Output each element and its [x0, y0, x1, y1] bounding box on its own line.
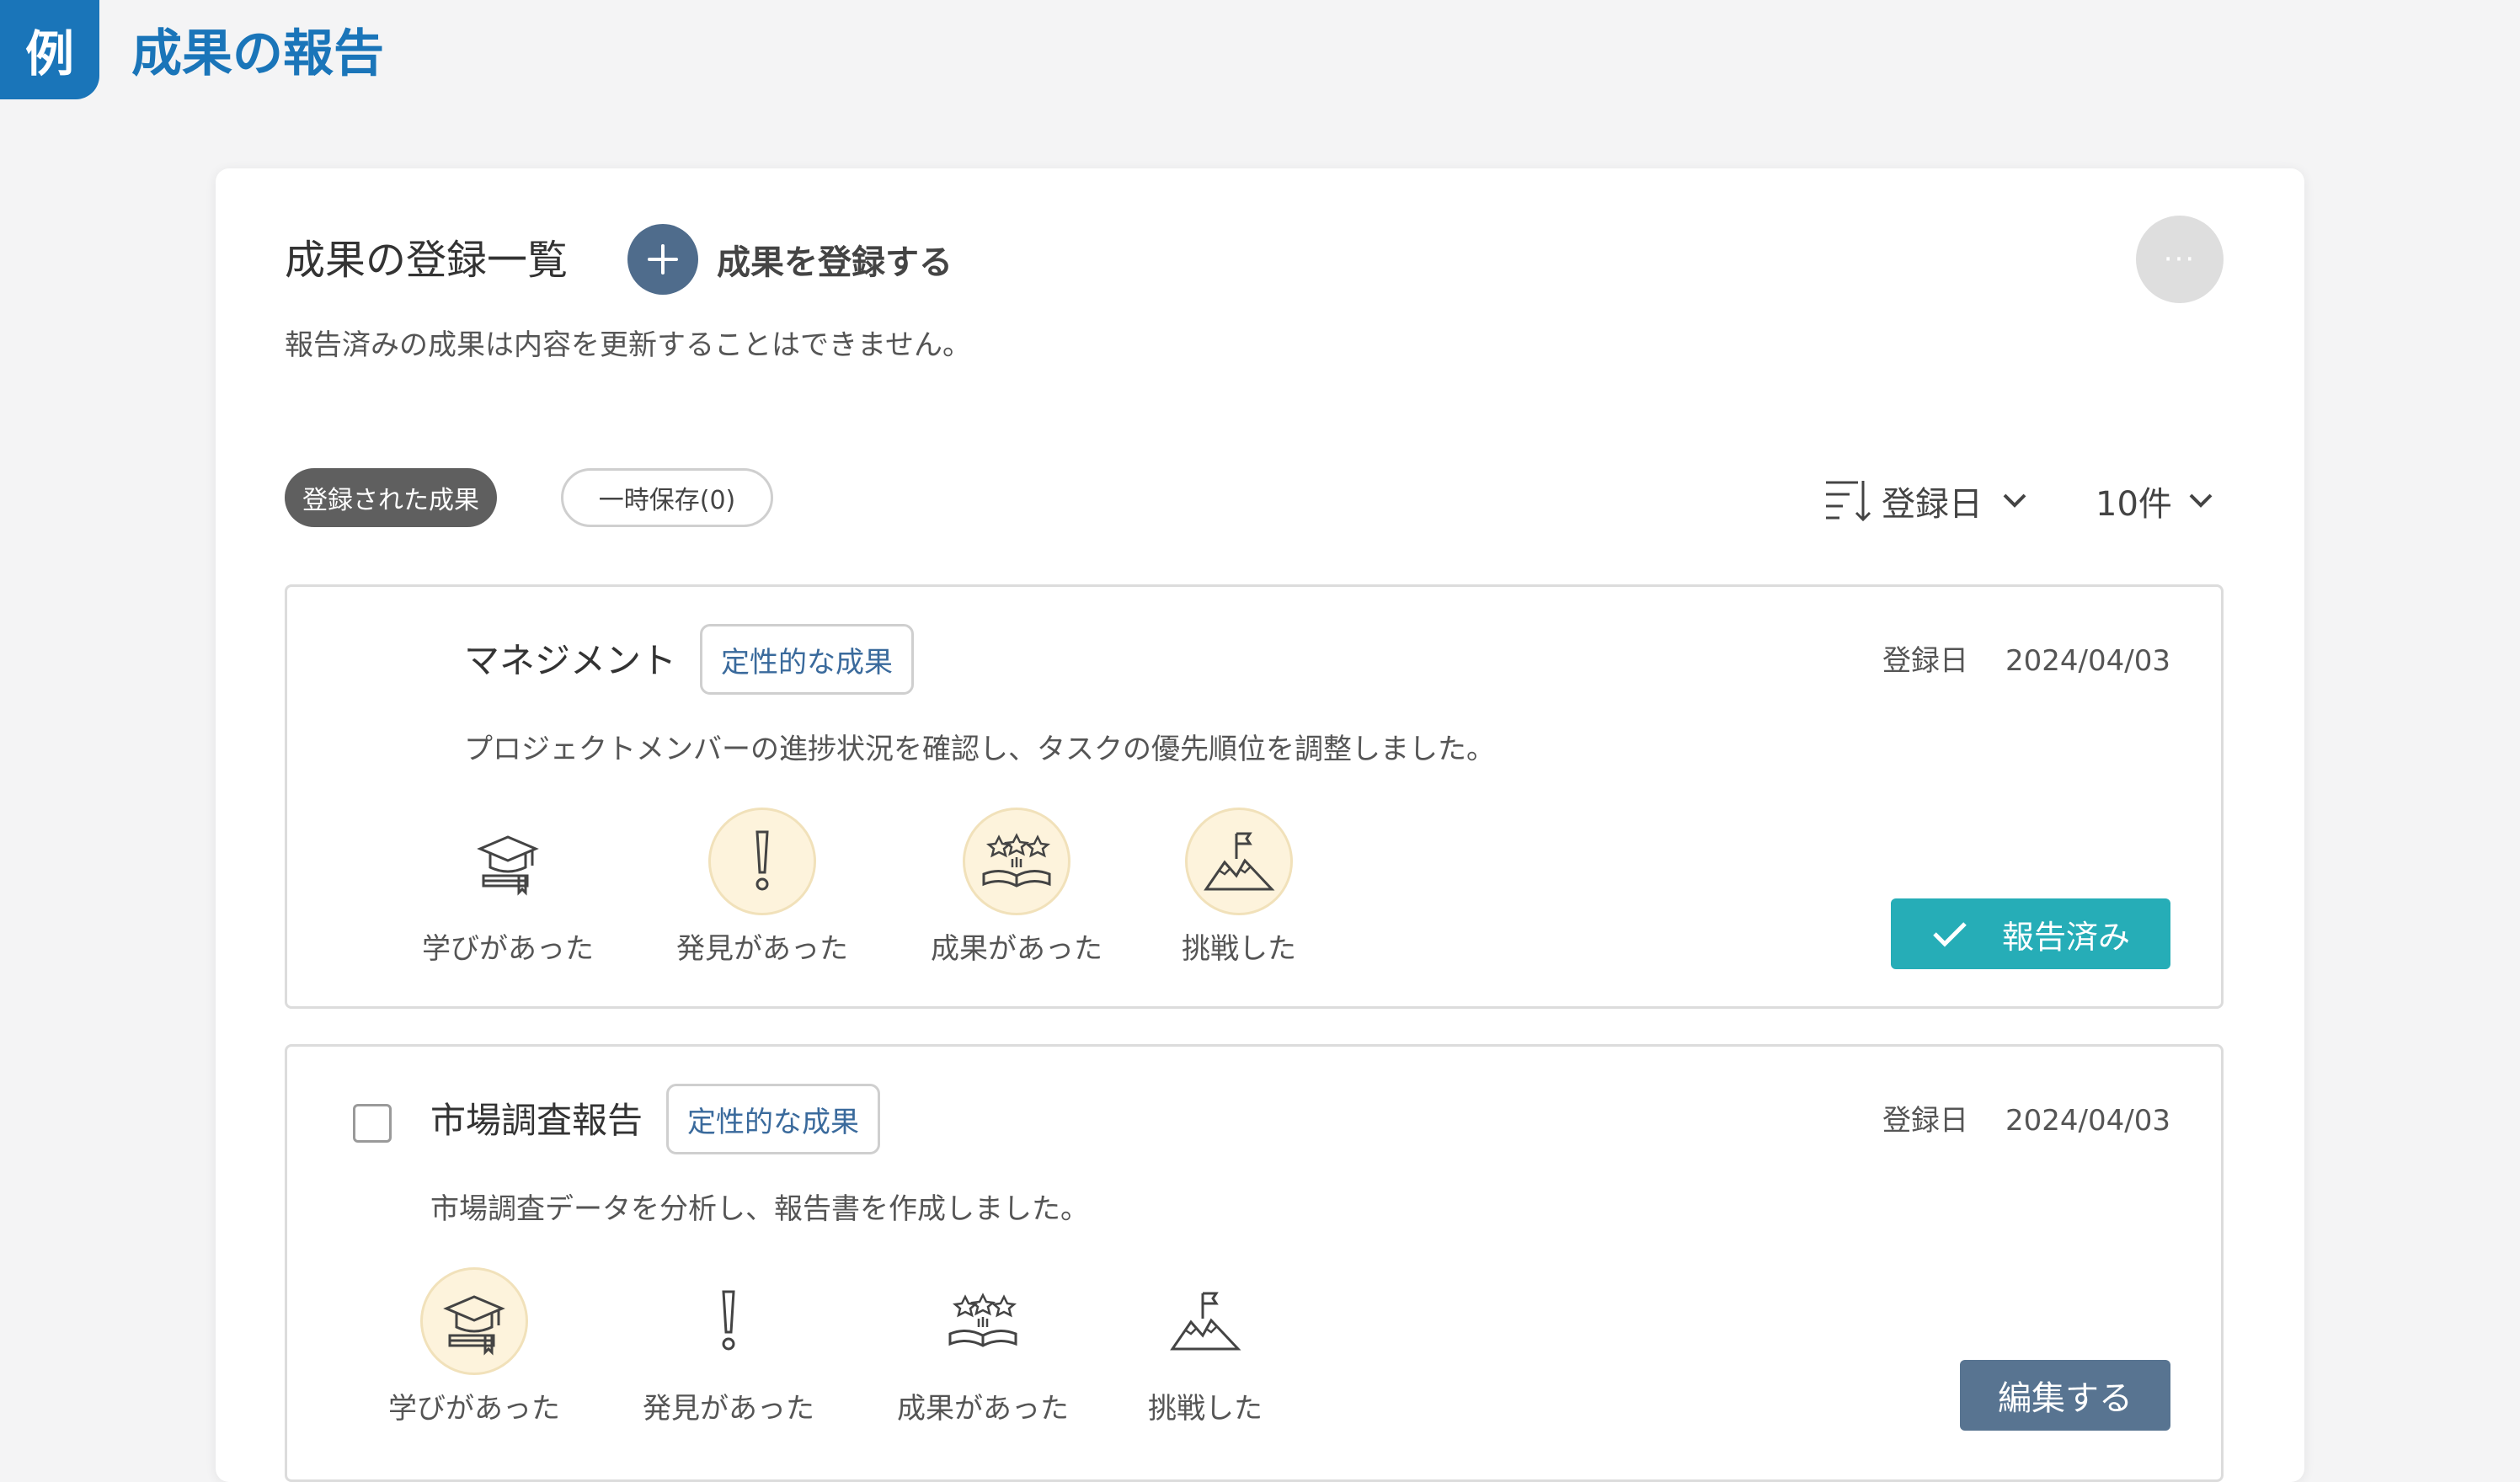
chevron-down-icon — [2189, 493, 2213, 508]
reaction-challenged[interactable]: 挑戦した — [1104, 1267, 1306, 1429]
result-item: 市場調査報告 定性的な成果 登録日 2024/04/03 市場調査データを分析し、… — [285, 1044, 2224, 1482]
panel-title: 成果の登録一覧 — [285, 237, 569, 284]
reaction-achieved[interactable]: 成果があった — [916, 808, 1118, 969]
reaction-label: 学びがあった — [388, 1392, 560, 1426]
page-size-dropdown[interactable]: 10件 — [2096, 472, 2218, 530]
reported-label: 報告済み — [2001, 918, 2130, 956]
reaction-label: 成果があった — [931, 932, 1102, 966]
reported-status: 報告済み — [1891, 898, 2170, 969]
graduation-cap-icon — [420, 1267, 528, 1375]
result-date: 登録日 2024/04/03 — [1882, 636, 2170, 686]
reaction-label: 挑戦した — [1148, 1392, 1263, 1426]
reaction-achieved[interactable]: 成果があった — [882, 1267, 1084, 1429]
reaction-label: 挑戦した — [1182, 932, 1296, 966]
reaction-label: 成果があった — [897, 1392, 1069, 1426]
result-type-tag: 定性的な成果 — [700, 624, 914, 695]
sort-dropdown[interactable]: 登録日 — [1824, 472, 2031, 530]
reaction-learned[interactable]: 学びがあった — [373, 1267, 575, 1429]
register-result-button[interactable]: 成果を登録する — [627, 224, 953, 295]
open-book-stars-icon — [963, 808, 1070, 915]
exclamation-icon — [675, 1267, 782, 1375]
more-icon: ··· — [2163, 243, 2197, 276]
reaction-label: 学びがあった — [422, 932, 594, 966]
check-icon — [1933, 922, 1967, 947]
sort-label: 登録日 — [1882, 485, 1983, 524]
page-title: 成果の報告 — [131, 24, 384, 83]
mountain-flag-icon — [1185, 808, 1293, 915]
panel-note: 報告済みの成果は内容を更新することはできません。 — [285, 328, 971, 362]
exclamation-icon — [708, 808, 816, 915]
reaction-learned[interactable]: 学びがあった — [407, 808, 609, 969]
graduation-cap-icon — [454, 808, 562, 915]
reaction-challenged[interactable]: 挑戦した — [1138, 808, 1340, 969]
result-title: 市場調査報告 — [430, 1100, 643, 1141]
tab-registered[interactable]: 登録された成果 — [285, 468, 497, 527]
sort-icon — [1826, 481, 1871, 522]
tab-drafts[interactable]: 一時保存(0) — [561, 468, 773, 527]
result-description: プロジェクトメンバーの進捗状況を確認し、タスクの優先順位を調整しました。 — [464, 733, 1495, 766]
more-options-button[interactable]: ··· — [2136, 216, 2224, 303]
open-book-stars-icon — [929, 1267, 1037, 1375]
select-checkbox[interactable] — [353, 1104, 392, 1143]
result-type-tag: 定性的な成果 — [666, 1084, 880, 1154]
date-label: 登録日 — [1882, 644, 1969, 678]
page-size-label: 10件 — [2096, 485, 2172, 524]
results-panel: 成果の登録一覧 成果を登録する ··· 報告済みの成果は内容を更新することはでき… — [216, 168, 2304, 1482]
reaction-discovered[interactable]: 発見があった — [661, 808, 863, 969]
result-date: 登録日 2024/04/03 — [1882, 1096, 2170, 1146]
mountain-flag-icon — [1151, 1267, 1259, 1375]
reaction-label: 発見があった — [676, 932, 848, 966]
register-result-label: 成果を登録する — [717, 243, 953, 282]
reaction-discovered[interactable]: 発見があった — [627, 1267, 830, 1429]
edit-button[interactable]: 編集する — [1960, 1360, 2170, 1431]
date-value: 2024/04/03 — [2005, 1104, 2170, 1138]
date-label: 登録日 — [1882, 1104, 1969, 1138]
result-title: マネジメント — [464, 640, 677, 681]
result-item: マネジメント 定性的な成果 登録日 2024/04/03 プロジェクトメンバーの進… — [285, 584, 2224, 1009]
reaction-label: 発見があった — [643, 1392, 814, 1426]
chevron-down-icon — [2003, 493, 2026, 508]
plus-icon — [627, 224, 698, 295]
date-value: 2024/04/03 — [2005, 644, 2170, 678]
example-badge: 例 — [0, 0, 99, 99]
result-description: 市場調査データを分析し、報告書を作成しました。 — [430, 1192, 1089, 1226]
